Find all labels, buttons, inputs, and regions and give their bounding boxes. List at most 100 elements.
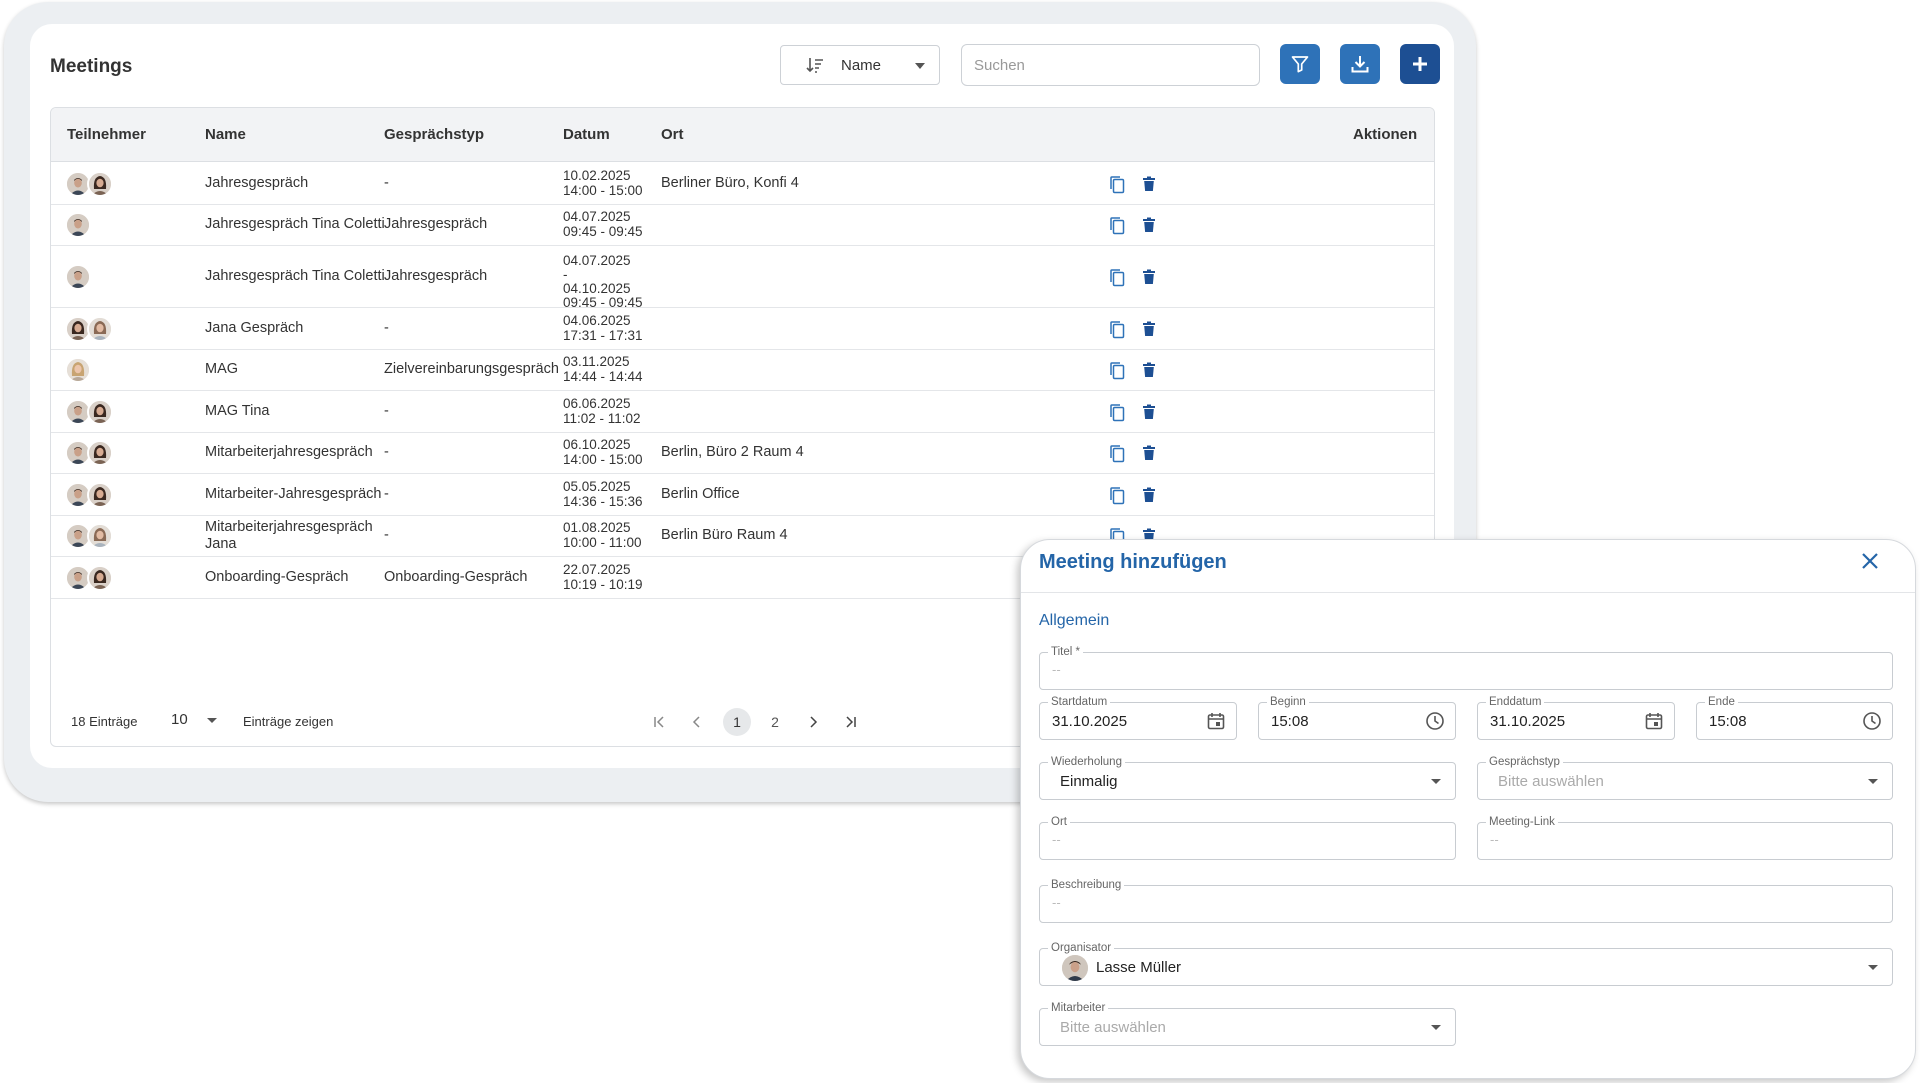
column-header-type[interactable]: Gesprächstyp (384, 126, 484, 143)
delete-icon[interactable] (1142, 176, 1156, 197)
delete-icon[interactable] (1142, 321, 1156, 342)
meeting-type-select[interactable]: Gesprächstyp Bitte auswählen (1477, 755, 1893, 800)
meeting-link-field[interactable]: Meeting-Link -- (1477, 815, 1893, 860)
avatar (65, 264, 91, 290)
table-row[interactable]: MAG Tina -06.06.2025 11:02 - 11:02 (51, 391, 1434, 433)
add-meeting-button[interactable] (1400, 44, 1440, 84)
delete-icon[interactable] (1142, 217, 1156, 238)
recurrence-label: Wiederholung (1048, 755, 1125, 769)
table-row[interactable]: Jana Gespräch -04.06.2025 17:31 - 17:31 (51, 308, 1434, 350)
sort-select[interactable]: Name (780, 45, 940, 85)
clock-icon[interactable] (1862, 711, 1882, 731)
copy-icon[interactable] (1108, 486, 1126, 510)
start-time-field[interactable]: Beginn 15:08 (1258, 695, 1456, 740)
page-button-1[interactable]: 1 (723, 708, 751, 736)
first-page-icon (654, 716, 664, 728)
avatar (87, 440, 113, 467)
table-row[interactable]: Jahresgespräch -10.02.2025 14:00 - 15:00 Be… (51, 163, 1434, 205)
recurrence-select[interactable]: Wiederholung Einmalig (1039, 755, 1456, 800)
delete-icon[interactable] (1142, 487, 1156, 508)
meeting-time: 10:19 - 10:19 (563, 576, 643, 592)
chevron-down-icon (1431, 779, 1441, 784)
calendar-icon[interactable] (1644, 711, 1664, 731)
last-page-button[interactable] (837, 708, 865, 736)
description-placeholder: -- (1052, 895, 1061, 910)
participant-avatars (65, 357, 91, 384)
delete-icon[interactable] (1142, 269, 1156, 290)
meeting-time: 14:44 - 14:44 (563, 369, 643, 385)
end-time-field[interactable]: Ende 15:08 (1696, 695, 1893, 740)
description-field[interactable]: Beschreibung -- (1039, 878, 1893, 923)
location-field[interactable]: Ort -- (1039, 815, 1456, 860)
column-header-date[interactable]: Datum (563, 126, 610, 143)
meeting-type: Zielvereinbarungsgespräch (384, 361, 559, 378)
prev-page-button[interactable] (683, 708, 711, 736)
end-time-value: 15:08 (1709, 713, 1747, 730)
table-row[interactable]: Jahresgespräch Tina Coletti Jahresgespräc… (51, 205, 1434, 246)
table-header: Teilnehmer Name Gesprächstyp Datum Ort A… (51, 108, 1434, 162)
page-button-2[interactable]: 2 (761, 708, 789, 736)
tab-allgemein[interactable]: Allgemein (1039, 612, 1109, 630)
download-button[interactable] (1340, 44, 1380, 84)
column-header-actions: Aktionen (1353, 126, 1418, 143)
column-header-participants[interactable]: Teilnehmer (67, 126, 146, 143)
end-time-label: Ende (1705, 695, 1738, 709)
location-placeholder: -- (1052, 832, 1061, 847)
meeting-name: Mitarbeiterjahresgespräch (205, 519, 373, 536)
copy-icon[interactable] (1108, 175, 1126, 199)
end-date-field[interactable]: Enddatum 31.10.2025 (1477, 695, 1675, 740)
meeting-name: MAG (205, 361, 239, 378)
chevron-down-icon (1868, 779, 1878, 784)
meeting-name: Jana Gespräch (205, 319, 304, 336)
table-row[interactable]: Jahresgespräch Tina Coletti Jahresgespräc… (51, 246, 1434, 310)
last-page-icon (846, 716, 856, 728)
copy-icon[interactable] (1108, 268, 1126, 292)
avatar (87, 481, 113, 508)
meeting-time: 17:31 - 17:31 (563, 327, 643, 343)
meeting-time: 10:00 - 11:00 (563, 535, 642, 551)
search-input[interactable] (961, 44, 1260, 86)
delete-icon[interactable] (1142, 404, 1156, 425)
filter-button[interactable] (1280, 44, 1320, 84)
copy-icon[interactable] (1108, 444, 1126, 468)
copy-icon[interactable] (1108, 361, 1126, 385)
meeting-name: Jahresgespräch Tina Coletti (205, 216, 385, 233)
avatar (1062, 955, 1088, 981)
dialog-divider (1021, 592, 1915, 593)
chevron-down-icon (1431, 1025, 1441, 1030)
meeting-time: 14:36 - 15:36 (563, 493, 643, 509)
first-page-button[interactable] (645, 708, 673, 736)
meeting-type: - (384, 402, 389, 419)
table-row[interactable]: Mitarbeiterjahresgespräch -06.10.2025 14:0… (51, 433, 1434, 474)
next-page-button[interactable] (799, 708, 827, 736)
page-size-label: Einträge zeigen (243, 714, 334, 729)
plus-icon (1413, 57, 1427, 71)
delete-icon[interactable] (1142, 445, 1156, 466)
meeting-time: 11:02 - 11:02 (563, 410, 641, 426)
start-date-field[interactable]: Startdatum 31.10.2025 (1039, 695, 1237, 740)
participant-avatars (65, 170, 113, 197)
copy-icon[interactable] (1108, 320, 1126, 344)
copy-icon[interactable] (1108, 403, 1126, 427)
table-row[interactable]: MAG Zielvereinbarungsgespräch 03.11.2025 14… (51, 350, 1434, 391)
column-header-name[interactable]: Name (205, 126, 246, 143)
column-header-location[interactable]: Ort (661, 126, 684, 143)
calendar-icon[interactable] (1206, 711, 1226, 731)
close-icon[interactable] (1859, 550, 1881, 572)
title-field[interactable]: Titel * -- (1039, 645, 1893, 690)
avatar (87, 170, 113, 197)
page-size-select[interactable]: 10 (171, 711, 217, 728)
delete-icon[interactable] (1142, 362, 1156, 383)
copy-icon[interactable] (1108, 216, 1126, 240)
employees-placeholder: Bitte auswählen (1060, 1019, 1166, 1036)
meeting-name: Jahresgespräch Tina Coletti (205, 268, 385, 284)
organizer-select[interactable]: Organisator Lasse Müller (1039, 941, 1893, 986)
meeting-name: MAG Tina (205, 402, 270, 419)
chevron-down-icon (915, 63, 925, 69)
employees-select[interactable]: Mitarbeiter Bitte auswählen (1039, 1001, 1456, 1046)
clock-icon[interactable] (1425, 711, 1445, 731)
table-row[interactable]: Mitarbeiter-Jahresgespräch -05.05.2025 14:… (51, 474, 1434, 516)
chevron-right-icon (810, 716, 818, 728)
meeting-type: - (384, 527, 389, 544)
participant-avatars (65, 212, 91, 239)
